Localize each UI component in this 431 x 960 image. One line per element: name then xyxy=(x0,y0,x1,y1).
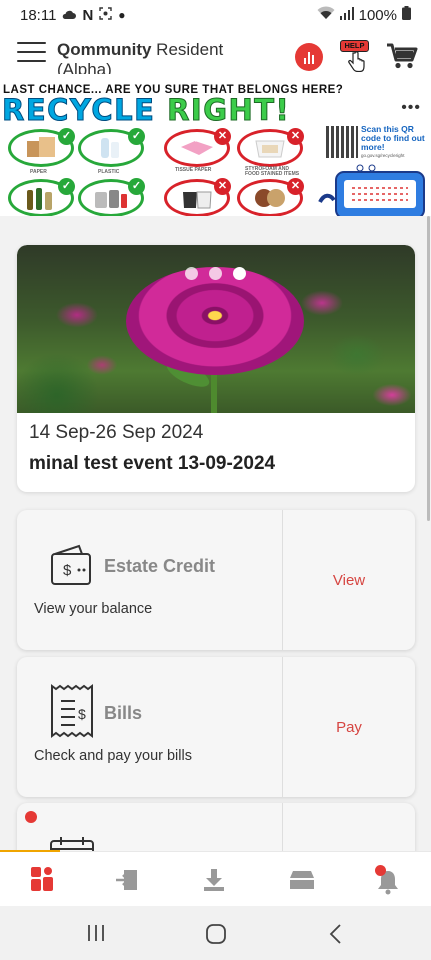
download-icon[interactable] xyxy=(201,867,227,893)
n-icon: N xyxy=(82,6,94,24)
battery-level: 100% xyxy=(358,6,397,24)
app-title: Qommunity Resident (Alpha) xyxy=(57,40,247,74)
battery-icon xyxy=(402,6,411,24)
estate-credit-card[interactable]: $ Estate Credit View your balance View xyxy=(17,510,415,650)
caption-tissue: TISSUE PAPER xyxy=(175,167,212,173)
cross-icon: ✕ xyxy=(287,128,304,145)
recents-icon[interactable] xyxy=(86,923,110,945)
check-icon: ✓ xyxy=(58,178,75,195)
glass-circle: ✓ xyxy=(8,178,75,216)
banner-title-part2: RIGHT! xyxy=(167,93,291,128)
status-time: 18:11 xyxy=(20,6,57,24)
home-icon[interactable] xyxy=(29,865,55,891)
carousel-indicator[interactable] xyxy=(185,267,246,280)
estate-credit-title: Estate Credit xyxy=(104,556,216,576)
wallet-icon: $ xyxy=(49,540,95,588)
view-button[interactable]: View xyxy=(283,510,415,650)
help-icon[interactable]: HELP xyxy=(340,40,370,72)
loading-bar xyxy=(0,850,60,852)
back-icon[interactable] xyxy=(328,923,352,945)
plastic-circle: ✓ xyxy=(78,128,145,167)
metal-circle: ✓ xyxy=(78,178,145,216)
menu-icon[interactable] xyxy=(17,42,46,64)
carousel-dot[interactable] xyxy=(209,267,222,280)
receipt-icon: $ xyxy=(49,684,95,738)
bills-title: Bills xyxy=(104,703,143,723)
check-icon: ✓ xyxy=(128,178,145,195)
dot-icon: ● xyxy=(118,8,126,22)
pay-button[interactable]: Pay xyxy=(283,657,415,797)
caption-plastic: PLASTIC xyxy=(98,169,120,175)
bills-subtitle: Check and pay your bills xyxy=(34,748,192,764)
scrollbar[interactable] xyxy=(427,216,430,521)
notification-dot xyxy=(25,811,37,823)
event-title: minal test event 13-09-2024 xyxy=(29,453,276,474)
poll-icon[interactable] xyxy=(295,43,323,71)
banner-title: RECYCLE RIGHT! xyxy=(1,93,291,128)
cloud-icon xyxy=(62,7,77,24)
bottom-navigation xyxy=(0,850,431,906)
banner-title-part1: RECYCLE xyxy=(1,93,156,128)
svg-text:$: $ xyxy=(63,562,72,579)
status-bar: 18:11 N ● 100% xyxy=(0,0,431,30)
check-icon: ✓ xyxy=(128,128,145,145)
tissue-circle: ✕ xyxy=(164,128,231,167)
food-circle: ✕ xyxy=(237,178,304,216)
check-icon: ✓ xyxy=(58,128,75,145)
app-title-bold: Qommunity xyxy=(57,40,152,59)
recycle-banner[interactable]: LAST CHANCE... ARE YOU SURE THAT BELONGS… xyxy=(0,82,431,216)
recycle-bin-mascot-icon xyxy=(318,164,425,216)
qr-url: go.gov.sg/recycleright xyxy=(361,153,405,158)
system-navigation xyxy=(0,906,431,960)
wifi-icon xyxy=(317,6,335,24)
cross-icon: ✕ xyxy=(214,178,231,195)
bills-card[interactable]: $ Bills Check and pay your bills Pay xyxy=(17,657,415,797)
signal-icon xyxy=(339,6,354,24)
bags-circle: ✕ xyxy=(164,178,231,216)
screenshot-icon xyxy=(99,6,112,24)
home-button-icon[interactable] xyxy=(205,923,229,945)
caption-paper: PAPER xyxy=(30,169,47,175)
flower-image xyxy=(126,267,304,375)
event-card[interactable]: 14 Sep-26 Sep 2024 minal test event 13-0… xyxy=(17,245,415,492)
bookings-icon[interactable] xyxy=(288,867,314,893)
carousel-dot-active[interactable] xyxy=(233,267,246,280)
app-header: Qommunity Resident (Alpha) HELP xyxy=(0,30,431,82)
qr-text: Scan this QR code to find out more! xyxy=(361,124,425,152)
event-date: 14 Sep-26 Sep 2024 xyxy=(29,422,204,443)
cross-icon: ✕ xyxy=(214,128,231,145)
qr-code xyxy=(326,126,358,158)
caption-styrofoam: STYROFOAM AND FOOD STAINED ITEMS xyxy=(245,166,300,177)
login-icon[interactable] xyxy=(114,867,140,893)
svg-text:$: $ xyxy=(78,706,86,722)
event-image xyxy=(17,245,415,413)
carousel-dot[interactable] xyxy=(185,267,198,280)
estate-credit-subtitle: View your balance xyxy=(34,601,153,617)
cart-icon[interactable] xyxy=(386,42,418,70)
paper-circle: ✓ xyxy=(8,128,75,167)
notification-badge xyxy=(375,865,386,876)
cross-icon: ✕ xyxy=(287,178,304,195)
styrofoam-circle: ✕ xyxy=(237,128,304,167)
banner-more-icon[interactable]: ••• xyxy=(401,99,421,117)
